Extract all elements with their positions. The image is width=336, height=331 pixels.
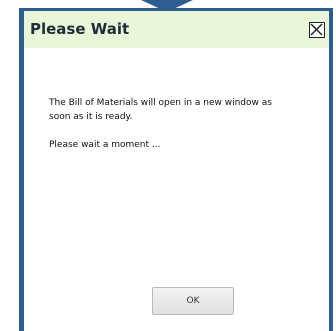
dialog-title: Please Wait [30, 20, 130, 38]
close-box-icon [310, 23, 323, 36]
dialog-title-bar: Please Wait [24, 11, 329, 48]
dialog-frame: Please Wait The Bill of Materials will o… [0, 0, 336, 331]
message-line-2: Please wait a moment ... [49, 140, 161, 150]
please-wait-dialog: Please Wait The Bill of Materials will o… [19, 8, 333, 331]
ok-button[interactable]: OK [152, 287, 234, 315]
dialog-message: The Bill of Materials will open in a new… [49, 96, 289, 152]
message-line-1: The Bill of Materials will open in a new… [49, 98, 272, 122]
close-button[interactable] [309, 22, 325, 38]
